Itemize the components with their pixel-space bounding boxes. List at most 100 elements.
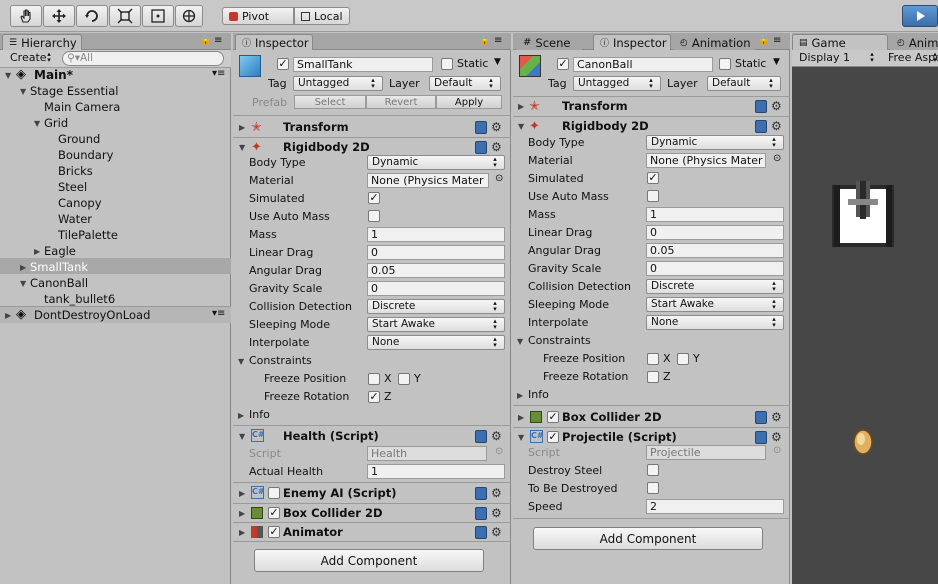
freeze-rotation-z-checkbox[interactable]: ✓ [368,391,380,403]
destroy-steel-checkbox[interactable] [647,464,659,476]
enemy-ai-header[interactable]: ▶ C# Enemy AI (Script) ⚙ [233,484,511,503]
projectile-enabled-checkbox[interactable]: ✓ [547,431,559,443]
collapse-dontdestroy-icon[interactable]: ▶ [5,311,11,320]
layer-dropdown[interactable]: Default [707,76,781,91]
info-label[interactable]: Info [528,388,549,401]
actual-health-field[interactable]: 1 [367,464,505,479]
info-label[interactable]: Info [249,408,270,421]
animator-enabled-checkbox[interactable]: ✓ [268,526,280,538]
pivot-toggle[interactable]: Pivot [222,7,294,25]
interpolate-dropdown[interactable]: None [646,315,784,330]
expand-scene-icon[interactable]: ▼ [5,71,11,80]
prefab-apply-button[interactable]: Apply [436,95,502,109]
freeze-position-x-checkbox[interactable] [647,353,659,365]
freeze-rotation-z-checkbox[interactable] [647,371,659,383]
hierarchy-item[interactable]: DontDestroyOnLoad [34,308,150,322]
use-auto-mass-checkbox[interactable] [647,190,659,202]
prefab-revert-button[interactable]: Revert [366,95,436,109]
box-collider-enabled-checkbox[interactable]: ✓ [547,411,559,423]
lock-icon[interactable]: 🔒 [479,36,490,46]
static-checkbox[interactable] [441,58,453,70]
hierarchy-item[interactable]: Steel [58,180,87,194]
hand-tool-button[interactable] [10,5,42,27]
hierarchy-item[interactable]: Bricks [58,164,93,178]
collision-detection-dropdown[interactable]: Discrete [646,279,784,294]
expand-stage-icon[interactable]: ▼ [20,87,26,96]
box-collider-header[interactable]: ▶ ✓ Box Collider 2D ⚙ [233,503,511,522]
linear-drag-field[interactable]: 0 [367,245,505,260]
to-be-destroyed-checkbox[interactable] [647,482,659,494]
scene-name[interactable]: Main* [34,68,73,82]
expand-canonball-icon[interactable]: ▼ [20,279,26,288]
help-book-icon[interactable] [475,141,487,154]
gear-icon[interactable]: ⚙ [491,120,502,134]
local-toggle[interactable]: Local [294,7,350,25]
hierarchy-search-input[interactable]: ⚲▾All [62,51,224,66]
help-book-icon[interactable] [755,100,767,113]
constraints-label[interactable]: Constraints [528,334,591,347]
lock-icon[interactable]: 🔒 [200,36,211,46]
speed-field[interactable]: 2 [646,499,784,514]
angular-drag-field[interactable]: 0.05 [646,243,784,258]
gravity-scale-field[interactable]: 0 [646,261,784,276]
mass-field[interactable]: 1 [646,207,784,222]
material-field[interactable]: None (Physics Mater [367,173,489,188]
active-checkbox[interactable]: ✓ [277,58,289,70]
panel-menu-icon[interactable]: ≡ [214,35,222,46]
constraints-label[interactable]: Constraints [249,354,312,367]
layer-dropdown[interactable]: Default [429,76,501,91]
hierarchy-item[interactable]: TilePalette [58,228,118,242]
animator-header[interactable]: ▶ ✓ Animator ⚙ [233,522,511,541]
gameobject-name-field[interactable]: SmallTank [293,57,433,72]
projectile-header[interactable]: ▼ C# ✓ Projectile (Script) ⚙ [513,427,790,446]
freeze-position-x-checkbox[interactable] [368,373,380,385]
object-picker-icon[interactable]: ⊙ [773,153,781,164]
scene-menu-icon[interactable]: ▾≡ [212,68,225,79]
gravity-scale-field[interactable]: 0 [367,281,505,296]
gear-icon[interactable]: ⚙ [491,140,502,154]
gear-icon[interactable]: ⚙ [771,119,782,133]
rigidbody-header[interactable]: ▼ ✦ Rigidbody 2D ⚙ [233,137,511,156]
help-book-icon[interactable] [755,120,767,133]
tab-inspector[interactable]: ⓘ Inspector [235,34,313,50]
body-type-dropdown[interactable]: Dynamic [367,155,505,170]
static-dropdown-icon[interactable]: ▼ [773,57,780,67]
tab-hierarchy[interactable]: ☰ Hierarchy [2,34,82,50]
hierarchy-item[interactable]: Grid [44,116,68,130]
gear-icon[interactable]: ⚙ [771,99,782,113]
tab-inspector-2[interactable]: ⓘ Inspector [593,34,671,50]
expand-grid-icon[interactable]: ▼ [34,119,40,128]
panel-menu-icon[interactable]: ≡ [494,35,502,46]
tab-animator[interactable]: ◴ Anim [890,34,938,50]
object-picker-icon[interactable]: ⊙ [495,173,503,184]
hierarchy-item[interactable]: Boundary [58,148,113,162]
gear-icon[interactable]: ⚙ [771,430,782,444]
hierarchy-item[interactable]: Water [58,212,92,226]
create-dropdown[interactable]: Create [6,51,58,66]
static-checkbox[interactable] [719,58,731,70]
active-checkbox[interactable]: ✓ [557,58,569,70]
health-header[interactable]: ▼ C# Health (Script) ⚙ [233,427,511,446]
tab-game[interactable]: ▤ Game [792,34,888,50]
material-field[interactable]: None (Physics Mater [646,153,766,168]
freeze-position-y-checkbox[interactable] [398,373,410,385]
interpolate-dropdown[interactable]: None [367,335,505,350]
gear-icon[interactable]: ⚙ [491,429,502,443]
aspect-dropdown[interactable]: Free Aspe [884,51,938,66]
transform-tool-button[interactable] [175,5,203,27]
help-book-icon[interactable] [475,507,487,520]
help-book-icon[interactable] [475,121,487,134]
use-auto-mass-checkbox[interactable] [368,210,380,222]
collision-detection-dropdown[interactable]: Discrete [367,299,505,314]
linear-drag-field[interactable]: 0 [646,225,784,240]
help-book-icon[interactable] [755,431,767,444]
collapse-info-icon[interactable]: ▶ [517,391,523,400]
box-collider-header[interactable]: ▶ ✓ Box Collider 2D ⚙ [513,408,790,427]
panel-menu-icon[interactable]: ≡ [773,35,781,46]
display-dropdown[interactable]: Display 1 [795,51,881,66]
mass-field[interactable]: 1 [367,227,505,242]
play-button[interactable] [902,5,938,27]
sleeping-mode-dropdown[interactable]: Start Awake [646,297,784,312]
simulated-checkbox[interactable]: ✓ [368,192,380,204]
expand-constraints-icon[interactable]: ▼ [238,357,244,366]
